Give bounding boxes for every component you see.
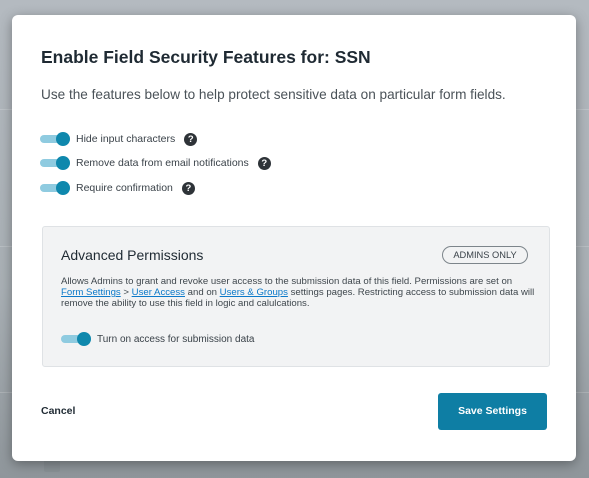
feature-row-require-confirmation: Require confirmation ? [40,180,195,196]
help-icon[interactable]: ? [257,156,271,170]
save-settings-button[interactable]: Save Settings [438,393,547,430]
advanced-permissions-description: Allows Admins to grant and revoke user a… [61,276,537,309]
feature-row-hide-input: Hide input characters ? [40,131,198,147]
user-access-link[interactable]: User Access [132,287,185,298]
advanced-permissions-title: Advanced Permissions [61,247,204,263]
help-icon[interactable]: ? [184,132,198,146]
remove-email-data-label: Remove data from email notifications [76,157,249,169]
modal-intro-text: Use the features below to help protect s… [41,87,506,102]
toggle-knob [77,332,91,346]
remove-email-data-toggle[interactable] [40,156,70,170]
form-settings-link[interactable]: Form Settings [61,287,121,298]
feature-row-remove-email-data: Remove data from email notifications ? [40,155,271,171]
hide-input-toggle[interactable] [40,132,70,146]
require-confirmation-toggle[interactable] [40,181,70,195]
submission-access-row: Turn on access for submission data [61,331,254,347]
help-icon[interactable]: ? [181,181,195,195]
admins-only-badge: ADMINS ONLY [442,246,528,264]
cancel-button[interactable]: Cancel [41,405,75,417]
submission-access-toggle[interactable] [61,332,91,346]
description-text: Allows Admins to grant and revoke user a… [61,276,513,287]
toggle-knob [56,181,70,195]
require-confirmation-label: Require confirmation [76,182,173,194]
submission-access-label: Turn on access for submission data [97,333,255,345]
toggle-knob [56,156,70,170]
users-groups-link[interactable]: Users & Groups [220,287,288,298]
description-text: > [120,287,132,298]
toggle-knob [56,132,70,146]
hide-input-label: Hide input characters [76,133,176,145]
field-security-modal: Enable Field Security Features for: SSN … [12,15,576,461]
advanced-permissions-panel: Advanced Permissions ADMINS ONLY Allows … [42,226,550,367]
modal-title: Enable Field Security Features for: SSN [41,47,371,67]
description-text: and on [184,287,220,298]
